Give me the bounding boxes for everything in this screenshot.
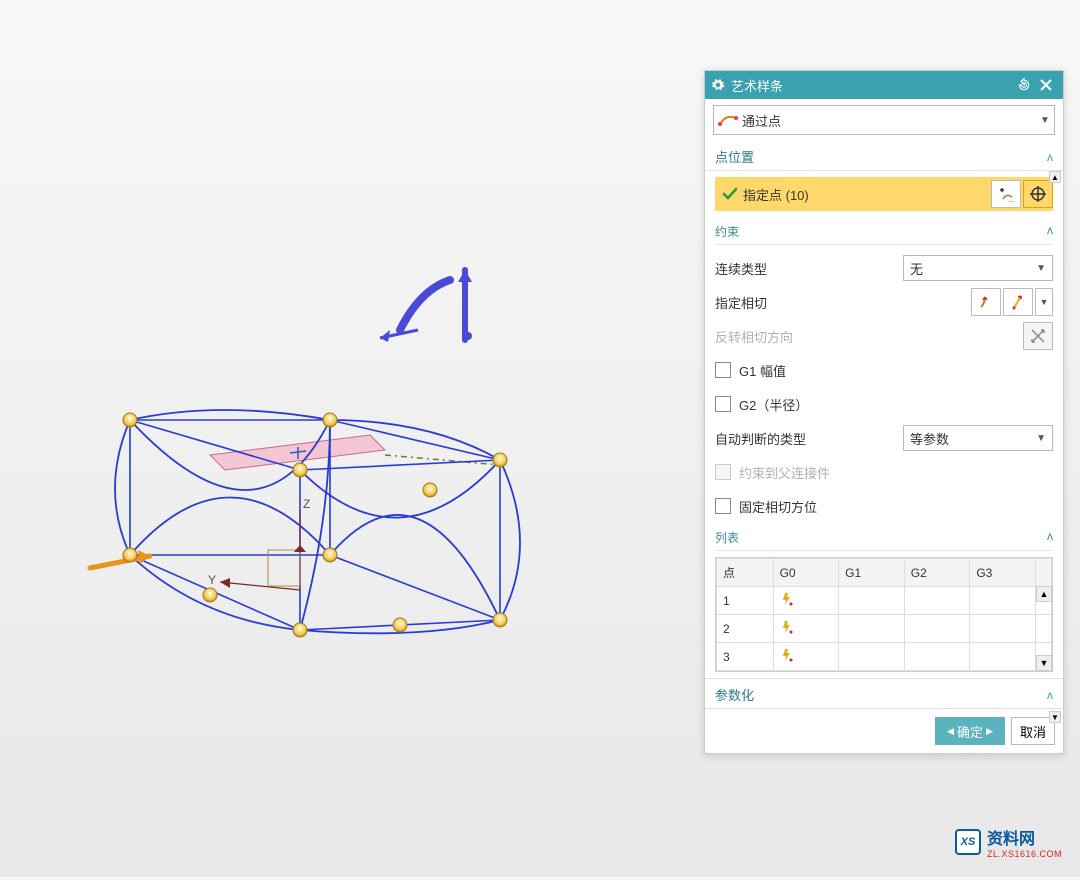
- bolt-icon: [780, 592, 794, 606]
- tangent-vector-button[interactable]: [971, 288, 1001, 316]
- col-g1[interactable]: G1: [839, 559, 905, 587]
- continuity-type-row: 连续类型 无 ▼: [715, 251, 1053, 285]
- gear-icon[interactable]: [711, 78, 725, 92]
- constraints-table[interactable]: 点 G0 G1 G2 G3 123 ▲ ▼: [715, 557, 1053, 672]
- type-selector-label: 通过点: [742, 111, 1036, 130]
- specify-point-label: 指定点 (10): [741, 185, 989, 204]
- reset-icon[interactable]: [1013, 74, 1035, 96]
- watermark-brand: 资料网: [987, 825, 1062, 849]
- svg-text:Z: Z: [303, 497, 310, 511]
- specify-tangent-row: 指定相切 ▼: [715, 285, 1053, 319]
- chevron-down-icon: ▼: [1036, 433, 1046, 444]
- table-row[interactable]: 2: [717, 615, 1052, 643]
- chevron-down-icon: ▼: [1036, 263, 1046, 274]
- studio-spline-dialog: 艺术样条 通过点 ▼ 点位置 ʌ: [704, 70, 1064, 754]
- fix-tangent-row[interactable]: 固定相切方位: [715, 489, 1053, 523]
- g2-checkbox[interactable]: [715, 396, 731, 412]
- table-row[interactable]: 3: [717, 643, 1052, 671]
- watermark-sub: ZL.XS1616.COM: [987, 849, 1062, 859]
- section-parameterization-header[interactable]: 参数化 ʌ: [705, 678, 1063, 708]
- constraints-header[interactable]: 约束 ʌ: [715, 217, 1053, 245]
- panel-scrollbar[interactable]: ▲ ▼: [1049, 171, 1061, 723]
- auto-infer-type-select[interactable]: 等参数 ▼: [903, 425, 1053, 451]
- watermark-logo: XS: [955, 829, 981, 855]
- section-point-position-header[interactable]: 点位置 ʌ: [705, 141, 1063, 170]
- through-points-icon: [718, 112, 738, 128]
- table-row[interactable]: 1: [717, 587, 1052, 615]
- infer-tangent-button[interactable]: [1003, 288, 1033, 316]
- specify-point-row[interactable]: 指定点 (10) ...: [715, 177, 1053, 211]
- svg-text:Y: Y: [208, 573, 216, 587]
- type-selector[interactable]: 通过点 ▼: [713, 105, 1055, 135]
- scroll-up-icon[interactable]: ▲: [1049, 171, 1061, 183]
- collapse-icon: ʌ: [1047, 150, 1053, 164]
- scroll-down-icon[interactable]: ▼: [1049, 711, 1061, 723]
- viewport-svg: Z Y: [0, 0, 640, 880]
- bolt-icon: [780, 620, 794, 634]
- g1-magnitude-row[interactable]: G1 幅值: [715, 353, 1053, 387]
- bolt-icon: [780, 648, 794, 662]
- check-icon: [719, 183, 741, 205]
- col-g0[interactable]: G0: [773, 559, 839, 587]
- ok-button[interactable]: ◀确定▶: [935, 717, 1005, 745]
- constrain-parent-checkbox: [715, 464, 731, 480]
- dialog-title: 艺术样条: [731, 76, 1013, 95]
- dialog-footer: ◀确定▶ 取消: [705, 708, 1063, 753]
- g1-checkbox[interactable]: [715, 362, 731, 378]
- list-subheader[interactable]: 列表 ʌ: [715, 523, 1053, 551]
- g2-radius-row[interactable]: G2（半径）: [715, 387, 1053, 421]
- point-constructor-button[interactable]: ...: [991, 180, 1021, 208]
- col-g2[interactable]: G2: [904, 559, 970, 587]
- continuity-type-select[interactable]: 无 ▼: [903, 255, 1053, 281]
- auto-infer-type-row: 自动判断的类型 等参数 ▼: [715, 421, 1053, 455]
- close-icon[interactable]: [1035, 74, 1057, 96]
- fix-tangent-checkbox[interactable]: [715, 498, 731, 514]
- constrain-parent-row: 约束到父连接件: [715, 455, 1053, 489]
- col-point[interactable]: 点: [717, 559, 774, 587]
- reverse-tangent-row: 反转相切方向: [715, 319, 1053, 353]
- watermark: XS 资料网 ZL.XS1616.COM: [955, 825, 1062, 859]
- dialog-titlebar[interactable]: 艺术样条: [705, 71, 1063, 99]
- col-g3[interactable]: G3: [970, 559, 1036, 587]
- chevron-down-icon: ▼: [1036, 115, 1054, 126]
- svg-text:...: ...: [1008, 197, 1014, 203]
